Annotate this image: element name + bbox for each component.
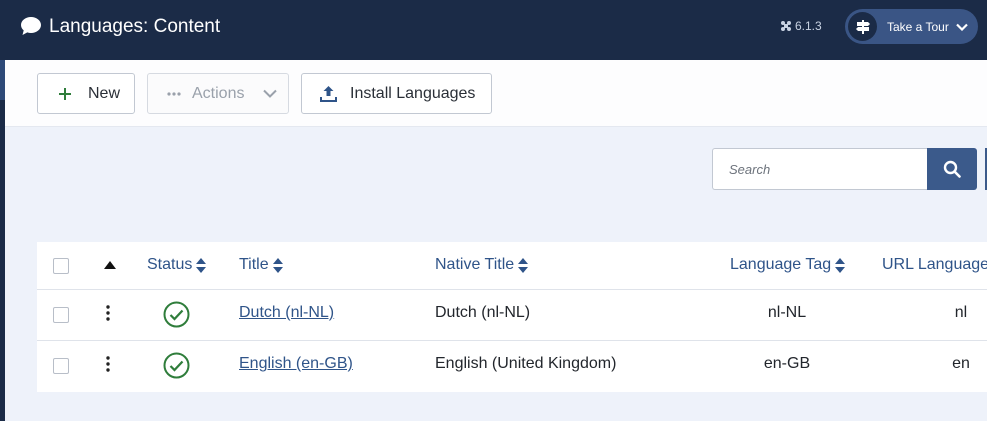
joomla-icon: [781, 21, 791, 31]
native-title: English (United Kingdom): [435, 355, 617, 372]
kebab-menu-icon[interactable]: [106, 305, 110, 321]
table-row: Dutch (nl-NL) Dutch (nl-NL) nl-NL nl: [37, 290, 987, 341]
search-input[interactable]: [712, 148, 928, 190]
column-label: Title: [239, 256, 269, 273]
column-label: Language Tag: [730, 256, 832, 273]
published-check-icon[interactable]: [163, 352, 190, 379]
actions-dropdown[interactable]: Actions: [147, 73, 289, 114]
column-header-title[interactable]: Title: [239, 256, 283, 274]
row-checkbox[interactable]: [53, 307, 69, 323]
kebab-menu-icon[interactable]: [106, 356, 110, 372]
column-header-native-title[interactable]: Native Title: [435, 256, 529, 274]
column-label: Native Title: [435, 256, 515, 273]
install-languages-button[interactable]: Install Languages: [301, 73, 492, 114]
ellipsis-icon: [167, 91, 181, 96]
sort-icon: [196, 257, 207, 273]
chat-bubble-icon: [21, 17, 41, 35]
app-header: Languages: Content 6.1.3 Take a Tour: [0, 0, 987, 60]
chevron-down-icon: [956, 23, 968, 31]
select-all-checkbox[interactable]: [53, 258, 69, 274]
page-title: Languages: Content: [49, 16, 221, 37]
search-button[interactable]: [927, 148, 977, 190]
language-title-link[interactable]: English (en-GB): [239, 355, 353, 373]
search-icon: [943, 160, 961, 178]
tour-label: Take a Tour: [887, 19, 949, 34]
language-tag: en-GB: [763, 355, 811, 372]
ordering-sort-icon[interactable]: [104, 261, 116, 269]
upload-icon: [320, 86, 337, 102]
column-header-status[interactable]: Status: [147, 256, 207, 274]
new-button[interactable]: New: [37, 73, 135, 114]
chevron-down-icon: [263, 89, 278, 98]
table-header-row: Status Title Native Title Language Tag U…: [37, 242, 987, 290]
table-row: English (en-GB) English (United Kingdom)…: [37, 341, 987, 392]
sort-icon: [272, 257, 283, 273]
version-badge: 6.1.3: [780, 19, 822, 33]
column-label: URL Language: [882, 256, 987, 273]
version-text: 6.1.3: [795, 19, 822, 33]
url-language: en: [952, 355, 970, 372]
published-check-icon[interactable]: [163, 301, 190, 328]
install-languages-label: Install Languages: [350, 84, 476, 102]
signpost-icon: [855, 19, 870, 34]
take-a-tour-button[interactable]: Take a Tour: [845, 9, 978, 44]
language-tag: nl-NL: [767, 304, 807, 321]
url-language: nl: [954, 304, 968, 321]
plus-icon: [59, 87, 71, 100]
column-header-url-language[interactable]: URL Language: [882, 256, 987, 274]
native-title: Dutch (nl-NL): [435, 304, 531, 321]
column-header-language-tag[interactable]: Language Tag: [730, 256, 846, 274]
row-checkbox[interactable]: [53, 358, 69, 374]
toolbar: New Actions Install Languages: [5, 60, 987, 127]
sort-icon: [835, 257, 846, 273]
language-title-link[interactable]: Dutch (nl-NL): [239, 304, 334, 322]
new-button-label: New: [88, 84, 121, 102]
column-label: Status: [147, 256, 193, 273]
sort-icon: [518, 257, 529, 273]
actions-label: Actions: [192, 84, 245, 102]
tour-icon-wrap: [848, 12, 877, 41]
languages-table: Status Title Native Title Language Tag U…: [37, 242, 987, 392]
